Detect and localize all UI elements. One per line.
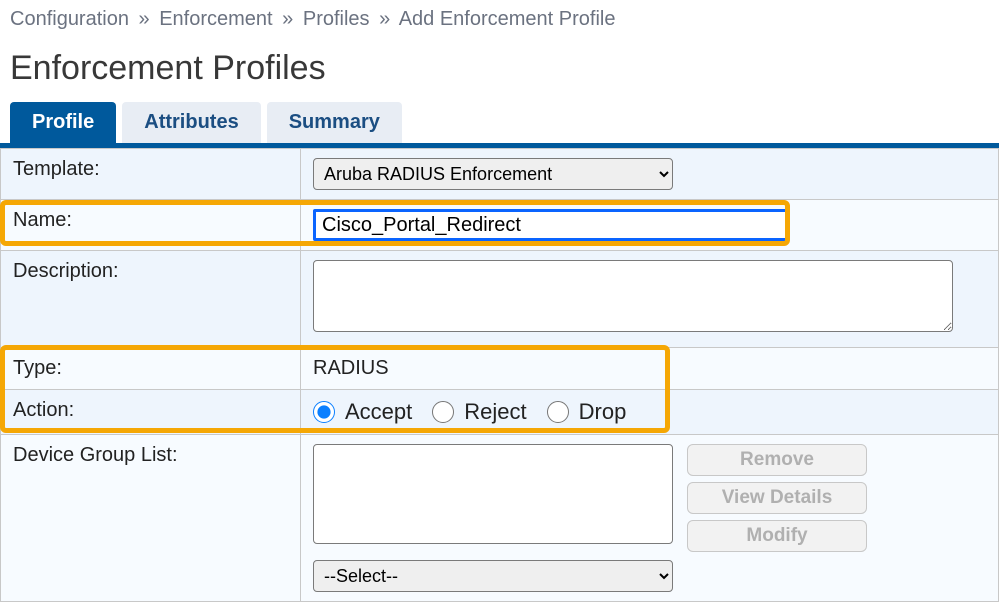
type-value: RADIUS <box>313 357 389 379</box>
breadcrumb-sep: » <box>282 8 293 30</box>
breadcrumb-item[interactable]: Enforcement <box>159 8 272 30</box>
remove-button[interactable]: Remove <box>687 444 867 476</box>
label-type: Type: <box>1 348 301 390</box>
action-radio-group: Accept Reject Drop <box>313 399 986 425</box>
device-group-select[interactable]: --Select-- <box>313 560 673 592</box>
breadcrumb-sep: » <box>139 8 150 30</box>
tab-summary[interactable]: Summary <box>267 102 402 143</box>
name-input[interactable] <box>313 209 790 241</box>
breadcrumb-sep: » <box>379 8 390 30</box>
device-group-list-wrap: Remove View Details Modify <box>313 444 986 552</box>
action-reject-radio[interactable] <box>432 401 454 423</box>
action-reject-text: Reject <box>464 399 526 425</box>
device-group-list-box[interactable] <box>313 444 673 544</box>
action-reject-label[interactable]: Reject <box>432 399 526 425</box>
form-table: Template: Aruba RADIUS Enforcement Name:… <box>0 148 999 602</box>
action-accept-label[interactable]: Accept <box>313 399 412 425</box>
breadcrumb-item: Add Enforcement Profile <box>399 8 616 30</box>
label-name: Name: <box>1 200 301 251</box>
view-details-button[interactable]: View Details <box>687 482 867 514</box>
action-accept-radio[interactable] <box>313 401 335 423</box>
label-device-group-list: Device Group List: <box>1 435 301 602</box>
breadcrumb-item[interactable]: Profiles <box>303 8 370 30</box>
breadcrumb-item[interactable]: Configuration <box>10 8 129 30</box>
modify-button[interactable]: Modify <box>687 520 867 552</box>
action-drop-radio[interactable] <box>547 401 569 423</box>
tabs: Profile Attributes Summary <box>0 102 999 148</box>
label-description: Description: <box>1 251 301 348</box>
tab-attributes[interactable]: Attributes <box>122 102 260 143</box>
page-title: Enforcement Profiles <box>0 39 999 102</box>
action-drop-label[interactable]: Drop <box>547 399 627 425</box>
label-action: Action: <box>1 390 301 435</box>
tab-profile[interactable]: Profile <box>10 102 116 143</box>
breadcrumb: Configuration » Enforcement » Profiles »… <box>0 0 999 39</box>
device-group-list-buttons: Remove View Details Modify <box>687 444 867 552</box>
template-select[interactable]: Aruba RADIUS Enforcement <box>313 158 673 190</box>
action-drop-text: Drop <box>579 399 627 425</box>
description-textarea[interactable] <box>313 260 953 332</box>
action-accept-text: Accept <box>345 399 412 425</box>
page-container: Configuration » Enforcement » Profiles »… <box>0 0 999 602</box>
label-template: Template: <box>1 149 301 200</box>
